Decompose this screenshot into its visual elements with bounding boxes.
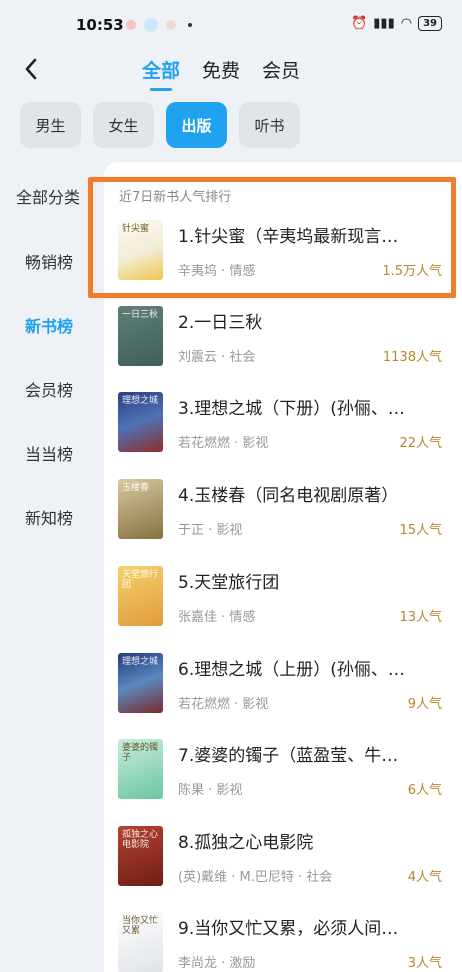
chevron-left-icon [25,58,37,80]
book-meta: 刘震云 · 社会 [178,350,256,365]
book-title: 3.理想之城（下册）(孙俪、… [178,399,405,419]
sidebar-item-bestseller[interactable]: 畅销榜 [25,249,73,273]
alarm-icon: ⏰ [351,16,368,31]
tab-member[interactable]: 会员 [262,56,300,83]
book-title: 9.当你又忙又累，必须人间… [178,919,399,939]
sidebar-item-new-books[interactable]: 新书榜 [25,313,73,337]
list-item[interactable]: 婆婆的镯子 7.婆婆的镯子（蓝盈莹、牛… 陈果 · 影视 6人气 [118,739,458,801]
app-notification-icon [144,18,158,32]
top-tabs: 全部 免费 会员 [142,56,300,91]
list-item[interactable]: 针尖蜜 1.针尖蜜（辛夷坞最新现言… 辛夷坞 · 情感 1.5万人气 [118,220,458,282]
book-cover: 理想之城 [118,653,163,713]
book-popularity: 1.5万人气 [382,264,442,279]
notification-icon [166,20,176,30]
ranking-sidebar: 全部分类 畅销榜 新书榜 会员榜 当当榜 新知榜 [0,162,104,972]
book-title: 5.天堂旅行团 [178,573,280,593]
list-item[interactable]: 一日三秋 2.一日三秋 刘震云 · 社会 1138人气 [118,306,458,368]
back-button[interactable] [16,54,46,84]
list-item[interactable]: 理想之城 3.理想之城（下册）(孙俪、… 若花燃燃 · 影视 22人气 [118,392,458,454]
book-popularity: 13人气 [399,610,442,625]
notification-icon [126,20,136,30]
list-item[interactable]: 理想之城 6.理想之城（上册）(孙俪、… 若花燃燃 · 影视 9人气 [118,653,458,715]
book-cover: 玉楼春 [118,479,163,539]
book-title: 4.玉楼春（同名电视剧原著） [178,486,399,506]
book-meta: (英)戴维 · M.巴尼特 · 社会 [178,870,333,885]
book-title: 1.针尖蜜（辛夷坞最新现言… [178,227,399,247]
book-meta: 陈果 · 影视 [178,783,243,798]
wifi-icon: ◠ [400,16,413,31]
book-ranking-list: 近7日新书人气排行 针尖蜜 1.针尖蜜（辛夷坞最新现言… 辛夷坞 · 情感 1.… [104,162,462,972]
more-dot-icon [188,23,192,27]
subtab-male[interactable]: 男生 [20,102,81,148]
book-meta: 李尚龙 · 激励 [178,956,256,971]
book-meta: 若花燃燃 · 影视 [178,436,269,451]
list-item[interactable]: 当你又忙又累 9.当你又忙又累，必须人间… 李尚龙 · 激励 3人气 [118,912,458,972]
book-popularity: 4人气 [407,870,442,885]
list-item[interactable]: 孤独之心电影院 8.孤独之心电影院 (英)戴维 · M.巴尼特 · 社会 4人气 [118,826,458,888]
book-title: 2.一日三秋 [178,313,263,333]
book-title: 8.孤独之心电影院 [178,833,314,853]
book-cover: 一日三秋 [118,306,163,366]
subtab-female[interactable]: 女生 [93,102,154,148]
list-item[interactable]: 玉楼春 4.玉楼春（同名电视剧原著） 于正 · 影视 15人气 [118,479,458,541]
book-popularity: 6人气 [407,783,442,798]
book-meta: 张嘉佳 · 情感 [178,610,256,625]
tab-all[interactable]: 全部 [142,56,180,91]
subtab-publish[interactable]: 出版 [166,102,227,148]
status-bar: 10:53 ⏰ ▮▮▮ ◠ 39 [0,0,462,52]
book-popularity: 15人气 [399,523,442,538]
book-popularity: 3人气 [407,956,442,971]
sidebar-item-knowledge[interactable]: 新知榜 [25,505,73,529]
book-popularity: 9人气 [407,697,442,712]
status-icons: ⏰ ▮▮▮ ◠ 39 [351,16,442,31]
book-popularity: 1138人气 [382,350,442,365]
book-title: 7.婆婆的镯子（蓝盈莹、牛… [178,746,399,766]
book-title: 6.理想之城（上册）(孙俪、… [178,660,405,680]
book-cover: 理想之城 [118,392,163,452]
sidebar-item-dangdang[interactable]: 当当榜 [25,441,73,465]
subtab-audiobook[interactable]: 听书 [239,102,300,148]
tab-free[interactable]: 免费 [202,56,240,83]
book-meta: 辛夷坞 · 情感 [178,264,256,279]
book-meta: 若花燃燃 · 影视 [178,697,269,712]
category-tabs: 男生 女生 出版 听书 [20,102,300,148]
book-cover: 孤独之心电影院 [118,826,163,886]
list-title: 近7日新书人气排行 [119,190,232,205]
signal-icon: ▮▮▮ [373,16,395,31]
status-time: 10:53 [76,16,124,34]
battery-icon: 39 [418,16,442,31]
book-cover: 当你又忙又累 [118,912,163,972]
book-cover: 天堂旅行团 [118,566,163,626]
sidebar-item-all-categories[interactable]: 全部分类 [16,184,80,208]
book-cover: 针尖蜜 [118,220,163,280]
list-item[interactable]: 天堂旅行团 5.天堂旅行团 张嘉佳 · 情感 13人气 [118,566,458,628]
book-cover: 婆婆的镯子 [118,739,163,799]
sidebar-item-member[interactable]: 会员榜 [25,377,73,401]
book-meta: 于正 · 影视 [178,523,243,538]
book-popularity: 22人气 [399,436,442,451]
